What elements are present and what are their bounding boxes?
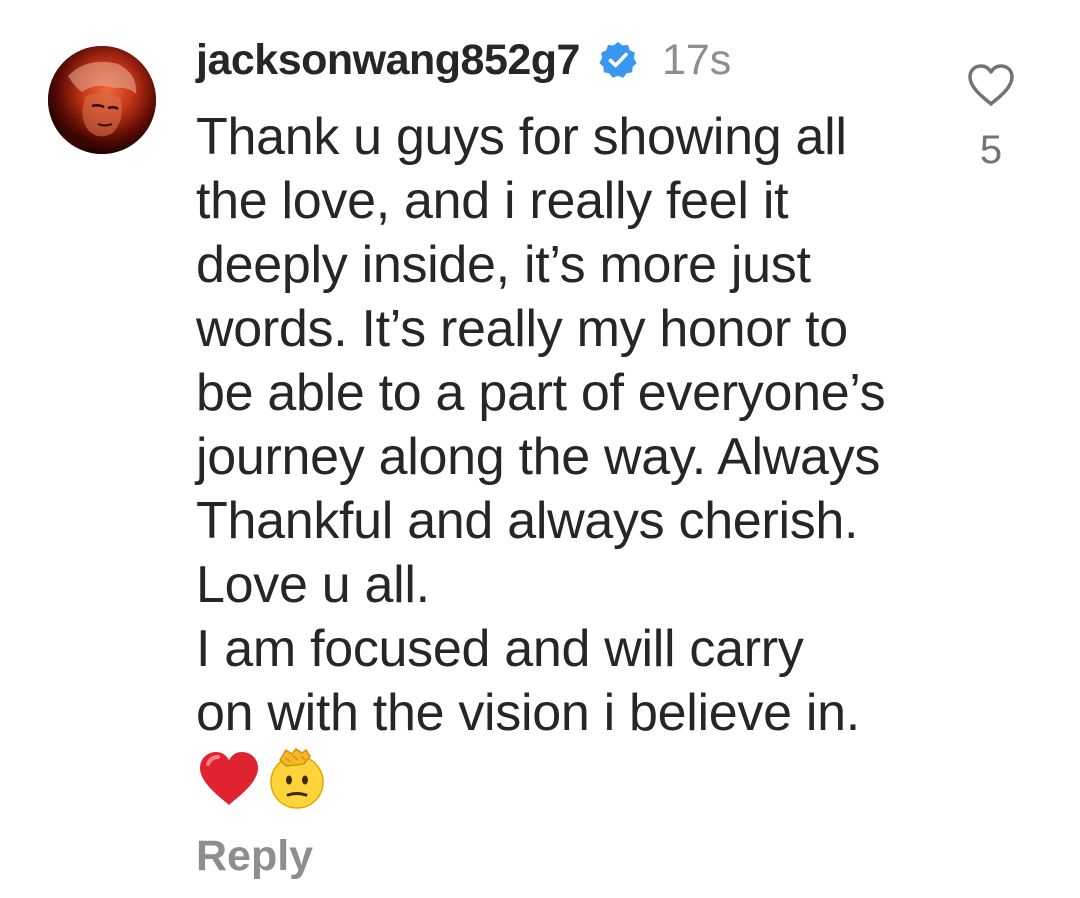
emoji-row xyxy=(198,748,328,810)
like-area: 5 xyxy=(960,62,1022,173)
avatar[interactable] xyxy=(48,46,156,154)
reply-button[interactable]: Reply xyxy=(196,832,313,881)
comment-item: jacksonwang852g7 17s Thank u guys for sh… xyxy=(0,0,1080,898)
comment-header: jacksonwang852g7 17s xyxy=(196,30,731,90)
timestamp: 17s xyxy=(661,35,732,84)
verified-badge-icon xyxy=(598,40,638,80)
red-heart-emoji xyxy=(200,752,258,805)
like-count: 5 xyxy=(979,128,1003,172)
comment-text: Thank u guys for showing all the love, a… xyxy=(196,108,886,742)
saluting-face-emoji xyxy=(270,748,324,809)
heart-outline-icon[interactable] xyxy=(966,62,1016,108)
avatar-image xyxy=(48,46,156,154)
username[interactable]: jacksonwang852g7 xyxy=(196,36,580,85)
